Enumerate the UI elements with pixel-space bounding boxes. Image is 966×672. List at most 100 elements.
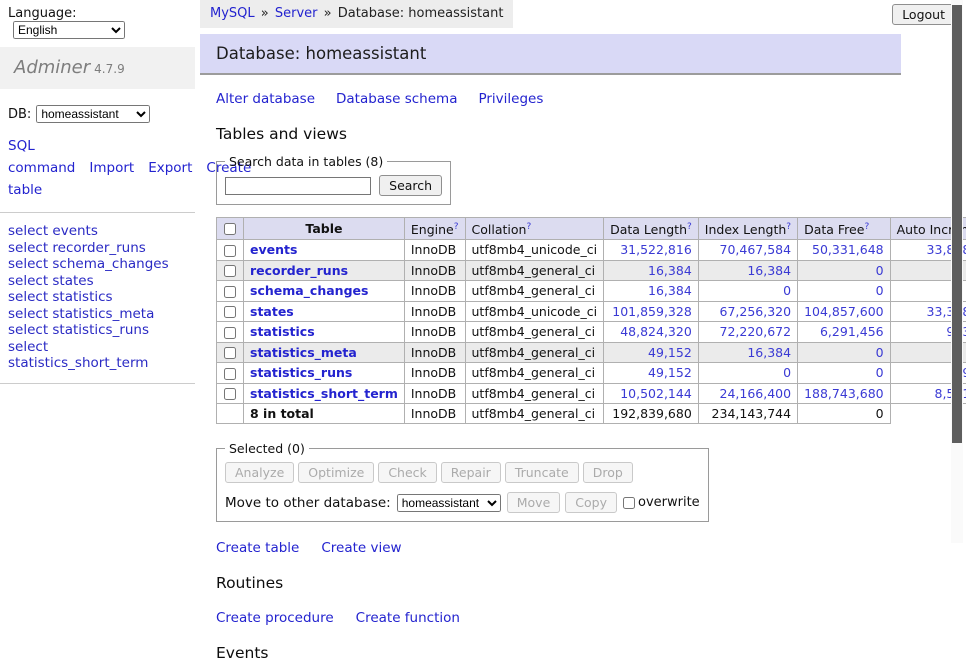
sidebar-select-events[interactable]: select events	[8, 223, 187, 239]
engine-cell: InnoDB	[404, 322, 465, 343]
search-input[interactable]	[225, 177, 371, 195]
sidebar-select-statistics-runs[interactable]: select statistics_runs	[8, 322, 187, 338]
link-alter-database[interactable]: Alter database	[216, 91, 315, 107]
data-free-link[interactable]: 0	[876, 345, 884, 360]
optimize-button[interactable]: Optimize	[298, 462, 374, 483]
tables-table: TableEngine?Collation?Data Length?Index …	[216, 217, 966, 424]
table-link-statistics_short_term[interactable]: statistics_short_term	[250, 386, 398, 401]
row-checkbox[interactable]	[224, 368, 236, 380]
language-select[interactable]: English	[13, 21, 125, 39]
overwrite-checkbox[interactable]	[623, 497, 635, 509]
row-checkbox[interactable]	[224, 265, 236, 277]
table-link-schema_changes[interactable]: schema_changes	[250, 283, 368, 298]
link-database-schema[interactable]: Database schema	[336, 91, 457, 107]
table-link-states[interactable]: states	[250, 304, 294, 319]
index-length-link[interactable]: 67,256,320	[720, 304, 792, 319]
data-length-link[interactable]: 49,152	[648, 365, 692, 380]
index-length-link[interactable]: 0	[783, 365, 791, 380]
tables-section-title: Tables and views	[216, 125, 966, 143]
breadcrumb-link-mysql[interactable]: MySQL	[210, 6, 255, 21]
scrollbar-thumb[interactable]	[952, 5, 962, 443]
truncate-button[interactable]: Truncate	[505, 462, 579, 483]
analyze-button[interactable]: Analyze	[225, 462, 294, 483]
column-header-data-length: Data Length?	[604, 218, 699, 240]
data-length-link[interactable]: 48,824,320	[620, 324, 692, 339]
row-checkbox[interactable]	[224, 245, 236, 257]
index-length-link[interactable]: 16,384	[747, 345, 791, 360]
sidebar-action-sql-command[interactable]: SQL command	[8, 138, 75, 176]
engine-cell: InnoDB	[404, 240, 465, 261]
column-help-icon[interactable]: ?	[526, 222, 531, 232]
table-link-statistics_runs[interactable]: statistics_runs	[250, 365, 352, 380]
search-button[interactable]: Search	[379, 175, 442, 196]
link-privileges[interactable]: Privileges	[478, 91, 543, 107]
column-header-table: Table	[244, 218, 405, 240]
column-header-data-free: Data Free?	[798, 218, 891, 240]
index-length-link[interactable]: 24,166,400	[720, 386, 792, 401]
table-link-statistics_meta[interactable]: statistics_meta	[250, 345, 357, 360]
sidebar-action-import[interactable]: Import	[89, 160, 134, 176]
data-free-link[interactable]: 104,857,600	[804, 304, 884, 319]
collation-cell: utf8mb4_general_ci	[465, 281, 604, 302]
breadcrumb: MySQL » Server » Database: homeassistant	[200, 0, 513, 28]
move-button[interactable]: Move	[507, 492, 561, 513]
data-length-link[interactable]: 10,502,144	[620, 386, 692, 401]
sidebar-select-statistics-meta[interactable]: select statistics_meta	[8, 306, 187, 322]
sidebar-select-statistics[interactable]: select statistics	[8, 289, 187, 305]
index-length-link[interactable]: 16,384	[747, 263, 791, 278]
select-all-checkbox[interactable]	[224, 223, 236, 235]
breadcrumb-link-server[interactable]: Server	[275, 6, 318, 21]
index-length-link[interactable]: 0	[783, 283, 791, 298]
db-select[interactable]: homeassistant	[36, 105, 150, 123]
data-free-link[interactable]: 188,743,680	[804, 386, 884, 401]
check-button[interactable]: Check	[378, 462, 436, 483]
sidebar-select-statistics-short-term[interactable]: select statistics_short_term	[8, 339, 187, 372]
column-help-icon[interactable]: ?	[454, 222, 459, 232]
data-length-link[interactable]: 31,522,816	[620, 242, 692, 257]
column-help-icon[interactable]: ?	[864, 222, 869, 232]
drop-button[interactable]: Drop	[583, 462, 633, 483]
data-free-link[interactable]: 0	[876, 263, 884, 278]
row-checkbox[interactable]	[224, 327, 236, 339]
data-length-link[interactable]: 101,859,328	[612, 304, 692, 319]
column-help-icon[interactable]: ?	[687, 222, 692, 232]
data-free-link[interactable]: 0	[876, 365, 884, 380]
title-bar: Database: homeassistant	[200, 34, 901, 75]
db-row: DB:homeassistant	[0, 89, 195, 127]
row-checkbox[interactable]	[224, 347, 236, 359]
column-help-icon[interactable]: ?	[786, 222, 791, 232]
data-length-link[interactable]: 16,384	[648, 283, 692, 298]
link-create-function[interactable]: Create function	[356, 610, 460, 626]
copy-button[interactable]: Copy	[565, 492, 617, 513]
index-length-link[interactable]: 70,467,584	[720, 242, 792, 257]
sidebar-select-states[interactable]: select states	[8, 273, 187, 289]
table-link-events[interactable]: events	[250, 242, 297, 257]
logout-button[interactable]: Logout	[892, 4, 955, 25]
total-row: 8 in totalInnoDButf8mb4_general_ci192,83…	[217, 404, 966, 424]
language-label: Language:	[8, 6, 77, 21]
data-length-link[interactable]: 16,384	[648, 263, 692, 278]
total-index-length: 234,143,744	[698, 404, 797, 424]
data-free-link[interactable]: 0	[876, 283, 884, 298]
table-link-statistics[interactable]: statistics	[250, 324, 315, 339]
data-free-link[interactable]: 6,291,456	[820, 324, 884, 339]
sidebar-action-export[interactable]: Export	[148, 160, 192, 176]
index-length-link[interactable]: 72,220,672	[720, 324, 792, 339]
total-data-length: 192,839,680	[604, 404, 699, 424]
repair-button[interactable]: Repair	[441, 462, 501, 483]
row-checkbox[interactable]	[224, 306, 236, 318]
page-title: Database: homeassistant	[216, 44, 426, 63]
select-all-cell	[217, 218, 244, 240]
sidebar-select-schema-changes[interactable]: select schema_changes	[8, 256, 187, 272]
table-link-recorder_runs[interactable]: recorder_runs	[250, 263, 348, 278]
sidebar-select-recorder-runs[interactable]: select recorder_runs	[8, 240, 187, 256]
brand-version: 4.7.9	[94, 62, 125, 76]
data-free-link[interactable]: 50,331,648	[812, 242, 884, 257]
move-database-select[interactable]: homeassistant	[397, 494, 501, 512]
table-row-statistics_short_term: statistics_short_termInnoDButf8mb4_gener…	[217, 383, 966, 404]
table-header-row: TableEngine?Collation?Data Length?Index …	[217, 218, 966, 240]
row-checkbox[interactable]	[224, 388, 236, 400]
row-checkbox[interactable]	[224, 286, 236, 298]
link-create-procedure[interactable]: Create procedure	[216, 610, 334, 626]
data-length-link[interactable]: 49,152	[648, 345, 692, 360]
